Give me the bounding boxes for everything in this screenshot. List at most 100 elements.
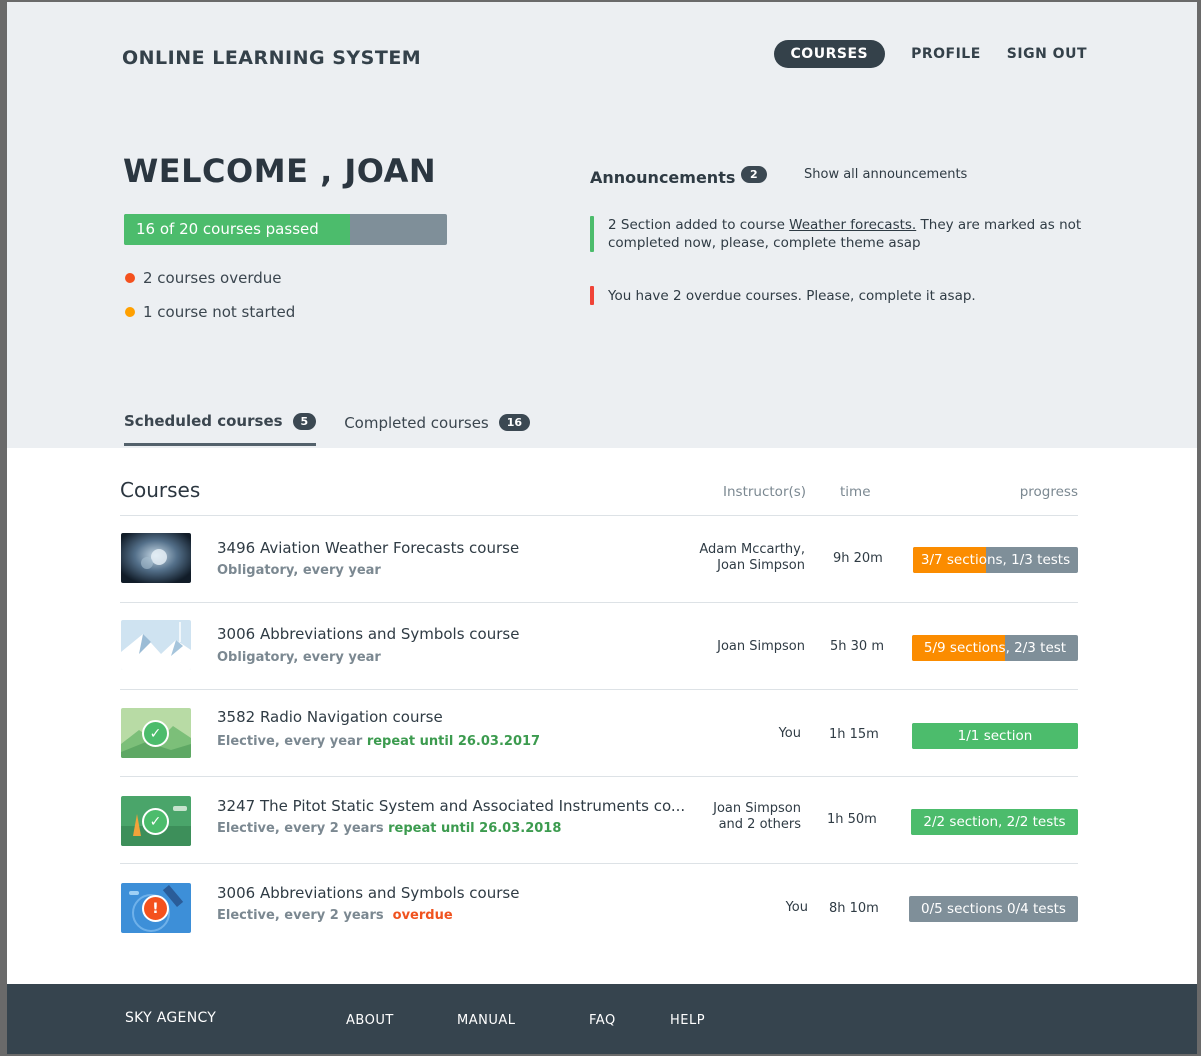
hills-thumbnail: ✓: [121, 708, 191, 758]
announcement-marker: [590, 216, 594, 252]
course-title[interactable]: 3582 Radio Navigation course: [217, 708, 443, 726]
course-frequency: Obligatory, every year: [217, 563, 381, 578]
instructor-name: Joan Simpson: [713, 801, 801, 816]
progress-label: 16 of 20 courses passed: [136, 220, 319, 238]
overdue-text: 2 courses overdue: [143, 269, 282, 287]
table-row[interactable]: 3496 Aviation Weather Forecasts course O…: [120, 516, 1078, 603]
course-subtitle: Elective, every 2 years overdue: [217, 908, 453, 923]
alert-icon: !: [142, 895, 169, 922]
tab-label: Completed courses: [344, 413, 489, 432]
footer-about-link[interactable]: ABOUT: [346, 1013, 394, 1028]
show-all-announcements-link[interactable]: Show all announcements: [804, 167, 967, 182]
not-started-dot-icon: [125, 307, 135, 317]
announcement-item: 2 Section added to course Weather foreca…: [590, 216, 1090, 252]
announcements-title: Announcements: [590, 168, 736, 187]
not-started-text: 1 course not started: [143, 303, 296, 321]
course-subtitle: Elective, every year repeat until 26.03.…: [217, 734, 540, 749]
course-subtitle: Elective, every 2 years repeat until 26.…: [217, 821, 561, 836]
column-instructors: Instructor(s): [723, 484, 807, 500]
footer-faq-link[interactable]: FAQ: [589, 1013, 616, 1028]
table-row[interactable]: ✓ 3247 The Pitot Static System and Assoc…: [120, 777, 1078, 864]
courses-list-header: Courses Instructor(s) time progress: [120, 448, 1078, 516]
nav-profile[interactable]: PROFILE: [911, 46, 981, 62]
course-time: 8h 10m: [829, 901, 879, 916]
course-title[interactable]: 3006 Abbreviations and Symbols course: [217, 884, 519, 902]
instructor-name: You: [778, 726, 801, 741]
course-instructors: Joan Simpson and 2 others: [713, 801, 801, 833]
overdue-label: overdue: [392, 908, 453, 923]
course-tabs: Scheduled courses 5 Completed courses 16: [124, 412, 558, 446]
welcome-title: WELCOME , JOAN: [123, 152, 437, 190]
course-title[interactable]: 3006 Abbreviations and Symbols course: [217, 625, 519, 643]
course-time: 5h 30 m: [830, 639, 884, 654]
tab-completed-courses[interactable]: Completed courses 16: [344, 412, 531, 446]
nav-sign-out[interactable]: SIGN OUT: [1007, 46, 1087, 62]
course-title[interactable]: 3247 The Pitot Static System and Associa…: [217, 797, 685, 815]
course-progress-bar: 0/5 sections 0/4 tests: [909, 896, 1078, 922]
instructor-name: Adam Mccarthy,: [699, 542, 805, 557]
course-time: 1h 15m: [829, 727, 879, 742]
announcement-text: 2 Section added to course: [608, 217, 790, 233]
course-progress-label: 3/7 sections, 1/3 tests: [920, 552, 1071, 568]
check-icon: ✓: [142, 720, 169, 747]
course-progress-bar: 5/9 sections, 2/3 test: [912, 635, 1078, 661]
course-progress-bar: 3/7 sections, 1/3 tests: [913, 547, 1078, 573]
instructor-name: and 2 others: [718, 817, 801, 832]
top-nav: COURSES PROFILE SIGN OUT: [773, 40, 1087, 68]
footer-help-link[interactable]: HELP: [670, 1013, 705, 1028]
course-instructors: Adam Mccarthy, Joan Simpson: [699, 542, 805, 574]
announcements-count-badge: 2: [741, 166, 767, 183]
column-time: time: [840, 484, 871, 500]
table-row[interactable]: ✓ 3582 Radio Navigation course Elective,…: [120, 690, 1078, 777]
tab-scheduled-courses[interactable]: Scheduled courses 5: [124, 412, 317, 446]
course-subtitle: Obligatory, every year: [217, 563, 381, 578]
footer: SKY AGENCY ABOUT MANUAL FAQ HELP: [7, 984, 1197, 1054]
announcement-marker: [590, 286, 594, 305]
course-progress-label: 0/5 sections 0/4 tests: [921, 901, 1066, 917]
instructor-name: You: [785, 900, 808, 915]
course-time: 1h 50m: [827, 812, 877, 827]
tab-label: Scheduled courses: [124, 412, 283, 430]
course-progress-bar: 2/2 section, 2/2 tests: [911, 809, 1078, 835]
table-row[interactable]: 3006 Abbreviations and Symbols course Ob…: [120, 603, 1078, 690]
course-frequency: Obligatory, every year: [217, 650, 381, 665]
course-progress-label: 2/2 section, 2/2 tests: [923, 814, 1066, 830]
courses-passed-progress: 16 of 20 courses passed: [124, 214, 447, 245]
app-frame: ONLINE LEARNING SYSTEM COURSES PROFILE S…: [7, 2, 1197, 1054]
course-title[interactable]: 3496 Aviation Weather Forecasts course: [217, 539, 519, 557]
instructor-name: Joan Simpson: [717, 558, 805, 573]
course-progress-bar: 1/1 section: [912, 723, 1078, 749]
repeat-until-label: repeat until 26.03.2017: [366, 734, 541, 749]
footer-manual-link[interactable]: MANUAL: [457, 1013, 516, 1028]
course-progress-label: 1/1 section: [957, 728, 1033, 744]
table-row[interactable]: ! 3006 Abbreviations and Symbols course …: [120, 864, 1078, 951]
course-instructors: You: [786, 900, 808, 916]
not-started-stat: 1 course not started: [125, 303, 295, 321]
instructor-name: Joan Simpson: [717, 639, 805, 654]
repeat-until-label: repeat until 26.03.2018: [388, 821, 562, 836]
course-time: 9h 20m: [833, 551, 883, 566]
tab-count-badge: 16: [498, 414, 531, 431]
courses-heading: Courses: [120, 478, 201, 502]
overdue-stat: 2 courses overdue: [125, 269, 281, 287]
courses-list: Courses Instructor(s) time progress 3496…: [120, 448, 1078, 951]
satellite-thumbnail: !: [121, 883, 191, 933]
course-progress-label: 5/9 sections, 2/3 test: [923, 640, 1067, 656]
column-progress: progress: [1019, 484, 1078, 500]
weather-forecasts-link[interactable]: Weather forecasts.: [789, 217, 916, 233]
nav-courses[interactable]: COURSES: [773, 40, 886, 68]
hero-section: ONLINE LEARNING SYSTEM COURSES PROFILE S…: [7, 2, 1197, 448]
course-instructors: You: [779, 726, 801, 742]
footer-brand: SKY AGENCY: [125, 1010, 217, 1026]
storm-thumbnail: [121, 533, 191, 583]
course-frequency: Elective, every 2 years: [217, 821, 384, 836]
course-frequency: Elective, every 2 years: [217, 908, 384, 923]
announcement-item: You have 2 overdue courses. Please, comp…: [590, 286, 1090, 305]
check-icon: ✓: [142, 808, 169, 835]
mountain-thumbnail: [121, 620, 191, 670]
course-subtitle: Obligatory, every year: [217, 650, 381, 665]
course-instructors: Joan Simpson: [717, 639, 805, 655]
announcement-text: You have 2 overdue courses. Please, comp…: [608, 288, 976, 304]
landscape-thumbnail: ✓: [121, 796, 191, 846]
overdue-dot-icon: [125, 273, 135, 283]
